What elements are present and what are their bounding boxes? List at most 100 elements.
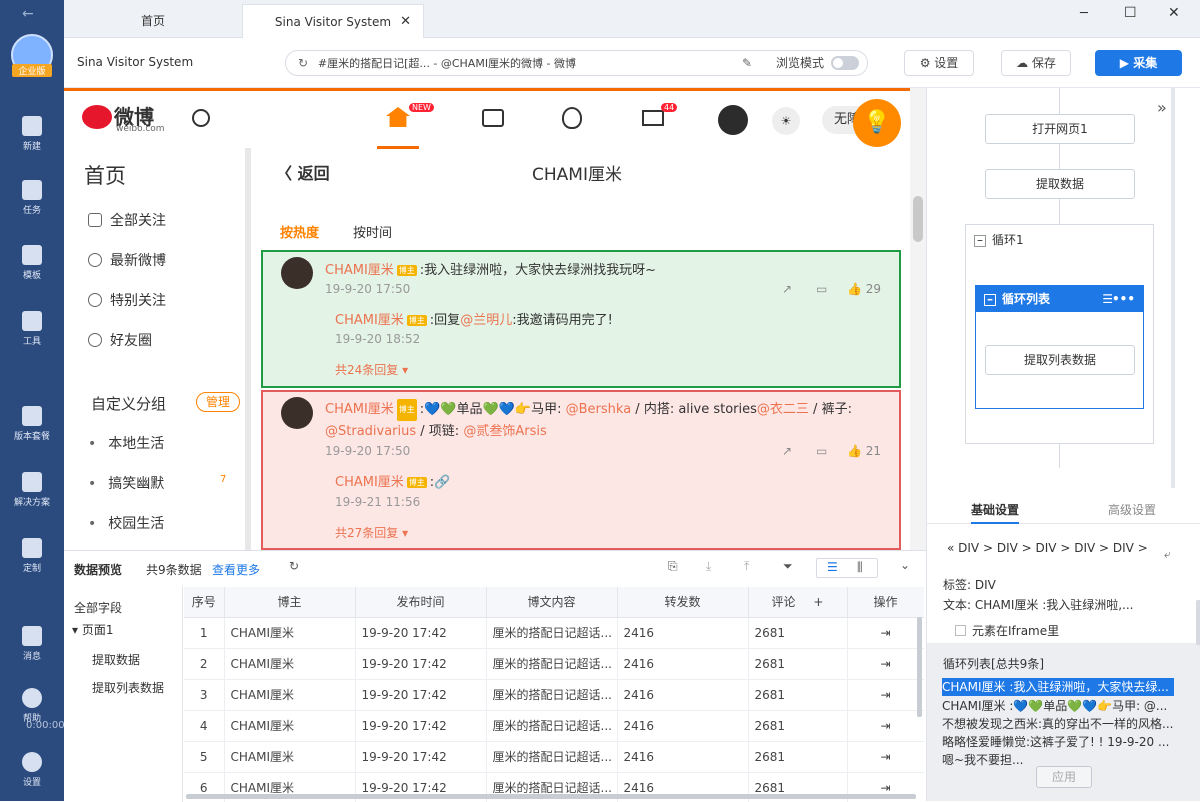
filter-icon[interactable]: ⏷ (783, 559, 793, 574)
share-icon[interactable]: ↗ (782, 444, 792, 458)
tab-basic[interactable]: 基础设置 (971, 501, 1020, 524)
group-local[interactable]: • 本地生活 (88, 433, 164, 453)
return-icon[interactable]: ⤶ (1164, 547, 1171, 562)
tab-close-icon[interactable]: ✕ (400, 5, 411, 39)
settings-button[interactable]: ⚙ 设置 (904, 50, 974, 76)
refresh-icon[interactable]: ↻ (289, 559, 299, 573)
flow-loop-list[interactable]: – 循环列表 ☰ ••• 提取列表数据 (975, 285, 1144, 409)
comment-icon[interactable]: ▭ (816, 282, 827, 296)
post-username[interactable]: CHAMI厘米 (325, 402, 394, 417)
loop-item[interactable]: 略略怪爱睡懒觉:这裤子爱了! ! 19-9-20 ... (942, 733, 1174, 751)
video-icon[interactable] (482, 109, 504, 127)
side-all-follow[interactable]: 全部关注 (88, 210, 166, 230)
add-column-icon[interactable]: + (813, 595, 823, 609)
side-friends[interactable]: 好友圈 (88, 330, 152, 350)
search-icon[interactable] (192, 109, 210, 127)
sun-icon[interactable]: ☀ (772, 107, 800, 135)
side-latest[interactable]: 最新微博 (88, 250, 166, 270)
row-action-icon[interactable]: ⇥ (847, 648, 924, 680)
nav-new[interactable]: 新建 (0, 116, 64, 152)
col-header[interactable]: 转发数 (617, 587, 749, 618)
nav-tools[interactable]: 工具 (0, 311, 64, 347)
collect-button[interactable]: ▶ 采集 (1095, 50, 1182, 76)
nav-message[interactable]: 消息 (0, 626, 64, 662)
row-action-icon[interactable]: ⇥ (847, 679, 924, 711)
group-funny[interactable]: • 搞笑幽默 7 (88, 473, 226, 493)
nav-settings[interactable]: 设置 (0, 752, 64, 788)
browse-mode-toggle[interactable] (831, 56, 859, 70)
nav-home[interactable]: NEW (377, 103, 434, 149)
reply-count-link[interactable]: 共27条回复 ▾ (335, 524, 408, 541)
flow-extract[interactable]: 提取数据 (985, 169, 1135, 199)
row-action-icon[interactable]: ⇥ (847, 617, 924, 649)
flow-loop[interactable]: – 循环1 – 循环列表 ☰ ••• 提取列表数据 (965, 224, 1154, 444)
view-more-link[interactable]: 查看更多 (212, 561, 260, 578)
nav-help[interactable]: 帮助 (0, 688, 64, 724)
like-button[interactable]: 👍 21 (847, 444, 881, 458)
col-header[interactable]: 博文内容 (486, 587, 618, 618)
comment-icon[interactable]: ▭ (816, 444, 827, 458)
row-action-icon[interactable]: ⇥ (847, 741, 924, 773)
edit-icon[interactable]: ✎ (742, 51, 752, 75)
sort-time-tab[interactable]: 按时间 (353, 222, 392, 241)
hot-icon[interactable] (562, 107, 582, 129)
tab-sina[interactable]: Sina Visitor System ✕ (242, 4, 424, 38)
nav-task[interactable]: 任务 (0, 180, 64, 216)
reply-username[interactable]: CHAMI厘米 (335, 313, 404, 328)
collapse-down-icon[interactable]: ⌄ (900, 558, 910, 572)
post-card[interactable]: CHAMI厘米 博主:💙💚单品💚💙👉马甲: @Bershka / 内搭: aliv… (261, 390, 901, 550)
nav-custom[interactable]: 定制 (0, 538, 64, 574)
more-icon[interactable]: ••• (1112, 286, 1135, 312)
table-row[interactable]: 4 CHAMI厘米 19-9-20 17:42 厘米的搭配日记超话... 2416 268… (184, 710, 924, 742)
panel-scrollbar[interactable] (1196, 600, 1200, 645)
share-icon[interactable]: ↗ (782, 282, 792, 296)
profile-avatar[interactable] (718, 105, 748, 135)
col-header[interactable]: 发布时间 (355, 587, 487, 618)
col-header[interactable]: 序号 (184, 587, 225, 618)
row-action-icon[interactable]: ⇥ (847, 710, 924, 742)
post-username[interactable]: CHAMI厘米 (325, 263, 394, 278)
collapse-minus-icon[interactable]: – (984, 293, 996, 306)
table-row[interactable]: 1 CHAMI厘米 19-9-20 17:42 厘米的搭配日记超话... 2416 268… (184, 617, 924, 649)
nav-package[interactable]: 版本套餐 (0, 406, 64, 442)
weibo-logo-icon[interactable] (82, 105, 112, 129)
side-scrollbar[interactable] (245, 148, 251, 550)
collapse-minus-icon[interactable]: – (974, 234, 986, 247)
view-toggle[interactable]: ☰ ⫼ (816, 558, 878, 578)
maximize-button[interactable]: ☐ (1124, 5, 1137, 21)
collapse-icon[interactable]: » (1157, 98, 1167, 117)
like-button[interactable]: 👍 29 (847, 282, 881, 296)
bulb-icon[interactable]: 💡 (853, 99, 901, 147)
nav-template[interactable]: 模板 (0, 245, 64, 281)
reply-username[interactable]: CHAMI厘米 (335, 475, 404, 490)
table-row[interactable]: 5 CHAMI厘米 19-9-20 17:42 厘米的搭配日记超话... 2416 268… (184, 741, 924, 773)
iframe-checkbox[interactable]: 元素在Iframe里 (955, 622, 1059, 639)
save-button[interactable]: ☁ 保存 (1001, 50, 1071, 76)
side-special[interactable]: 特别关注 (88, 290, 166, 310)
page-scrollbar[interactable] (910, 88, 926, 550)
tab-advanced[interactable]: 高级设置 (1108, 501, 1156, 518)
upload-icon[interactable]: ⤒ (744, 559, 749, 574)
avatar[interactable] (281, 257, 313, 289)
table-row[interactable]: 3 CHAMI厘米 19-9-20 17:42 厘米的搭配日记超话... 2416 268… (184, 679, 924, 711)
reply-count-link[interactable]: 共24条回复 ▾ (335, 361, 408, 378)
tab-home[interactable]: 首页 (64, 4, 242, 38)
manage-button[interactable]: 管理 (196, 392, 240, 412)
loop-item[interactable]: CHAMI厘米 :💙💚单品💚💙👉马甲: @... (942, 697, 1174, 715)
apply-button[interactable]: 应用 (1036, 766, 1092, 788)
refresh-icon[interactable]: ↻ (298, 56, 308, 70)
column-view-icon[interactable]: ⫼ (857, 560, 863, 575)
avatar[interactable] (281, 397, 313, 429)
flow-open-page[interactable]: 打开网页1 (985, 114, 1135, 144)
list-view-icon[interactable]: ☰ (827, 560, 838, 574)
minimize-button[interactable]: ─ (1080, 6, 1088, 21)
tree-field[interactable]: 提取列表数据 (92, 679, 164, 696)
table-row[interactable]: 2 CHAMI厘米 19-9-20 17:42 厘米的搭配日记超话... 2416 268… (184, 648, 924, 680)
group-campus[interactable]: • 校园生活 (88, 513, 164, 533)
loop-item[interactable]: CHAMI厘米 :我入驻绿洲啦，大家快去绿... (942, 678, 1174, 696)
table-hscrollbar[interactable] (186, 794, 916, 799)
loop-item[interactable]: 不想被发现之西米:真的穿出不一样的风格... (942, 715, 1174, 733)
flow-scrollbar[interactable] (1171, 88, 1175, 488)
url-field[interactable]: ↻ #厘米的搭配日记[超... - @CHAMI厘米的微博 - 微博 ✎ 浏览模… (285, 50, 868, 76)
back-arrow-icon[interactable]: ← (22, 6, 34, 22)
